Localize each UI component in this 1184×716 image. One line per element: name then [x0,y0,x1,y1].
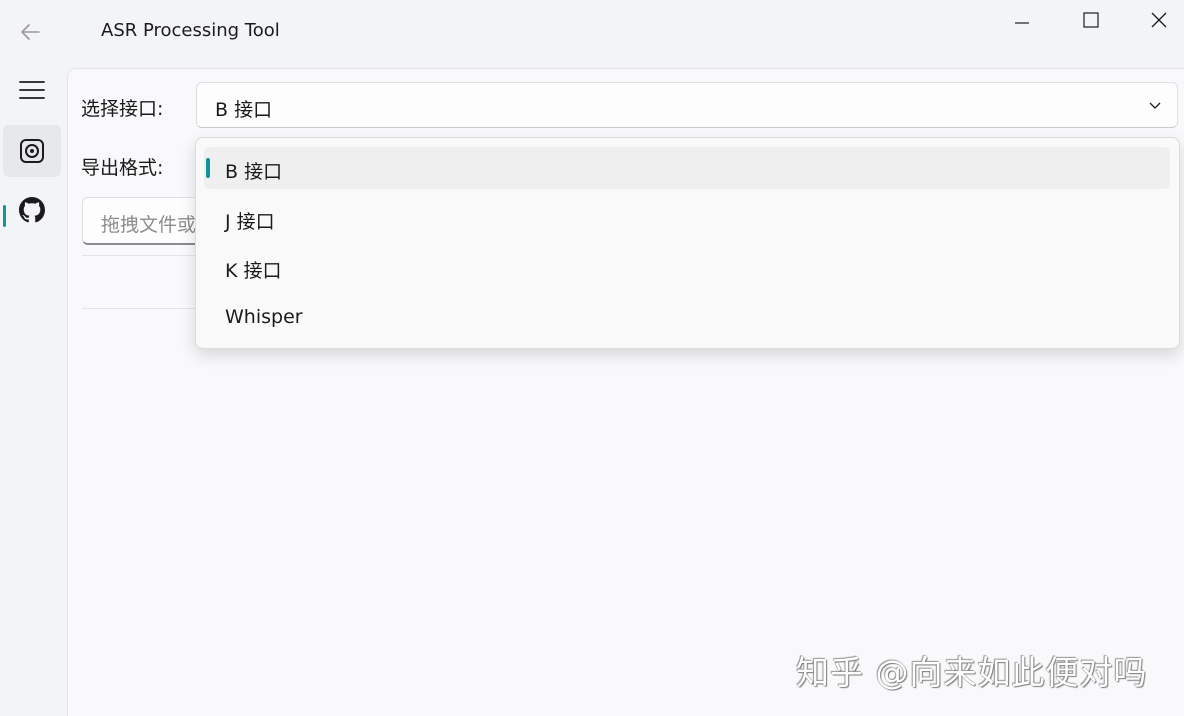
close-button[interactable] [1135,6,1183,34]
arrow-left-icon [21,24,40,40]
back-button[interactable] [14,16,46,48]
export-format-label: 导出格式: [81,157,164,179]
minimize-button[interactable] [998,6,1046,34]
chevron-down-icon [1149,102,1161,109]
dropdown-option-label: K 接口 [225,260,282,282]
dropdown-option-k[interactable]: K 接口 [204,246,1170,288]
interface-combobox[interactable]: B 接口 [196,82,1178,128]
interface-label: 选择接口: [81,98,164,120]
sidebar-item-github[interactable] [3,184,61,236]
target-icon [20,139,44,163]
maximize-button[interactable] [1067,6,1115,34]
window-title: ASR Processing Tool [101,20,280,41]
hamburger-menu-icon [19,81,45,99]
close-icon [1151,12,1167,28]
dropdown-option-label: J 接口 [225,211,275,233]
selected-indicator [206,158,210,178]
interface-combobox-value: B 接口 [215,99,273,121]
watermark: 知乎 @向来如此便对吗 [796,653,1148,692]
menu-button[interactable] [3,64,61,116]
dropdown-option-j[interactable]: J 接口 [204,197,1170,239]
selected-indicator [3,205,6,227]
dropdown-option-whisper[interactable]: Whisper [204,296,1170,338]
navigation-sidebar [0,64,66,715]
dropdown-option-b[interactable]: B 接口 [204,147,1170,189]
dropdown-option-label: B 接口 [225,161,283,183]
title-bar: ASR Processing Tool [0,0,1184,64]
maximize-icon [1083,12,1099,28]
interface-dropdown-menu: B 接口 J 接口 K 接口 Whisper [195,137,1180,349]
minimize-icon [1015,22,1029,24]
sidebar-item-asr[interactable] [3,125,61,177]
file-drop-placeholder: 拖拽文件或 [101,214,197,236]
dropdown-option-label: Whisper [225,306,303,328]
github-icon [19,197,45,223]
